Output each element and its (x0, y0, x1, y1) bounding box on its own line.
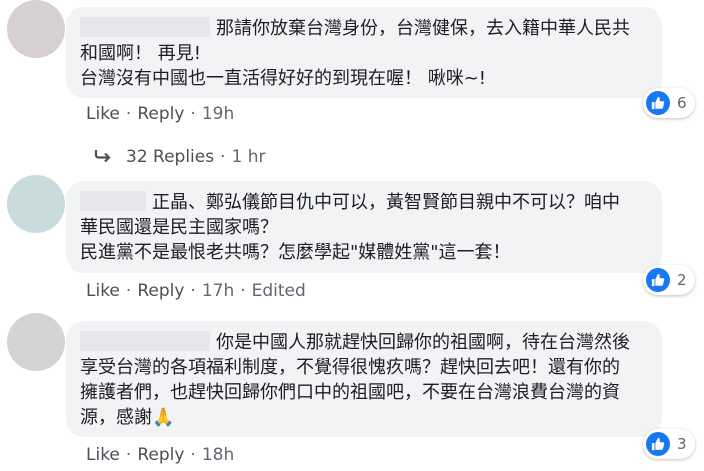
separator-dot: · (240, 281, 246, 301)
author-name-redacted[interactable] (80, 331, 210, 351)
reaction-count: 6 (677, 94, 687, 112)
replies-count-link[interactable]: 32 Replies (126, 147, 214, 167)
like-link[interactable]: Like (86, 281, 120, 301)
separator-dot: · (190, 445, 196, 465)
like-link[interactable]: Like (86, 445, 120, 465)
avatar[interactable] (7, 313, 65, 371)
timestamp[interactable]: 19h (202, 104, 234, 124)
avatar[interactable] (7, 175, 65, 233)
comment-actions: Like · Reply · 17h · Edited (86, 281, 306, 301)
thumbs-up-icon (646, 432, 670, 456)
comment-bubble: 那請你放棄台灣身份，台灣健保，去入籍中華人民共 和國啊！ 再見! 台灣沒有中國也… (66, 7, 662, 98)
separator-dot: · (220, 147, 226, 167)
comment-bubble: 正晶、鄭弘儀節目仇中可以，黃智賢節目親中不可以？咱中 華民國還是民主國家嗎？ 民… (66, 181, 662, 273)
separator-dot: · (190, 104, 196, 124)
avatar[interactable] (7, 0, 65, 58)
like-link[interactable]: Like (86, 104, 120, 124)
reply-link[interactable]: Reply (137, 445, 184, 465)
thumbs-up-icon (646, 268, 670, 292)
view-replies[interactable]: 32 Replies · 1 hr (94, 147, 266, 167)
timestamp[interactable]: 17h (202, 281, 234, 301)
reaction-summary[interactable]: 2 (643, 265, 695, 295)
separator-dot: · (125, 445, 132, 465)
edited-label[interactable]: Edited (252, 281, 306, 301)
separator-dot: · (125, 281, 132, 301)
timestamp[interactable]: 18h (202, 445, 234, 465)
replies-timestamp: 1 hr (231, 147, 266, 167)
reaction-count: 3 (677, 435, 687, 453)
reaction-summary[interactable]: 3 (643, 429, 695, 459)
reaction-summary[interactable]: 6 (643, 88, 695, 118)
reply-arrow-icon (94, 147, 112, 167)
separator-dot: · (190, 281, 196, 301)
author-name-redacted[interactable] (80, 17, 210, 37)
comment-bubble: 你是中國人那就趕快回歸你的祖國啊，待在台灣然後 享受台灣的各項福利制度，不覺得很… (66, 321, 662, 437)
comment-actions: Like · Reply · 19h (86, 104, 234, 124)
separator-dot: · (125, 104, 132, 124)
reaction-count: 2 (677, 271, 687, 289)
comment-actions: Like · Reply · 18h (86, 445, 234, 465)
comment-text: 正晶、鄭弘儀節目仇中可以，黃智賢節目親中不可以？咱中 華民國還是民主國家嗎？ 民… (80, 192, 620, 263)
reply-link[interactable]: Reply (137, 104, 184, 124)
author-name-redacted[interactable] (80, 191, 146, 211)
reply-link[interactable]: Reply (137, 281, 184, 301)
thumbs-up-icon (646, 91, 670, 115)
